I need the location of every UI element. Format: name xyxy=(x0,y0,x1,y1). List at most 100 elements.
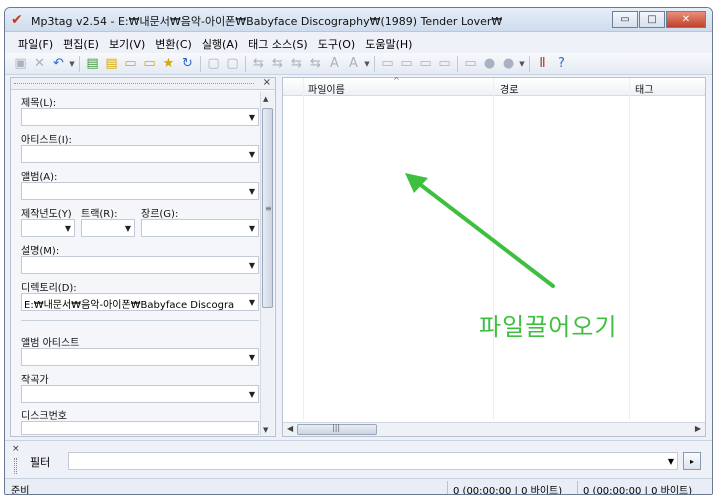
maximize-button[interactable]: □ xyxy=(639,11,665,28)
drag-arrow-annotation xyxy=(405,173,555,288)
panel-divider xyxy=(21,320,259,321)
close-button[interactable]: ✕ xyxy=(666,11,706,28)
refresh-icon[interactable]: ↻ xyxy=(178,55,197,73)
horizontal-scroll-thumb[interactable]: ||| xyxy=(297,423,377,435)
track-field[interactable]: ▼ xyxy=(81,219,135,237)
tag-filename-icon[interactable]: ⇆ xyxy=(249,55,268,73)
options-icon[interactable]: Ⅱ xyxy=(533,55,552,73)
copy-tag-icon[interactable]: ▢ xyxy=(204,55,223,73)
chevron-down-icon[interactable]: ▼ xyxy=(249,113,255,122)
scroll-down-icon[interactable]: ▼ xyxy=(263,426,268,434)
album-field[interactable]: ▼ xyxy=(21,182,259,200)
export-icon[interactable]: ▭ xyxy=(378,55,397,73)
tag-panel-header: × xyxy=(11,77,275,90)
panel-close-icon[interactable]: × xyxy=(263,77,271,88)
paste-tag-icon[interactable]: ▢ xyxy=(223,55,242,73)
tag-panel: × 제목(L): ▼ 아티스트(I): ▼ 앨범(A): ▼ 제작년도(Y) 트… xyxy=(10,77,276,437)
actions-icon[interactable]: A xyxy=(344,55,363,73)
chevron-down-icon[interactable]: ▼ xyxy=(668,457,674,466)
status-bar: 준비 0 (00:00:00 | 0 바이트) 0 (00:00:00 | 0 … xyxy=(5,478,712,495)
help-icon[interactable]: ? xyxy=(552,55,571,73)
year-field[interactable]: ▼ xyxy=(21,219,75,237)
file-list[interactable]: 파일이름 ^ 경로 태그 파일끌어오기 ◀ ||| ▶ xyxy=(282,76,706,437)
toolbar-separator xyxy=(200,55,201,72)
remove-tag-icon[interactable]: ✕ xyxy=(30,55,49,73)
directory-value: E:₩내문서₩음악-아이폰₩Babyface Discogra xyxy=(24,300,235,311)
menu-edit[interactable]: 편집(E) xyxy=(58,33,104,52)
panel-grip[interactable] xyxy=(14,83,254,85)
title-bar: ✔ Mp3tag v2.54 - E:₩내문서₩음악-아이폰₩Babyface … xyxy=(5,8,712,32)
menu-view[interactable]: 보기(V) xyxy=(104,33,150,52)
menu-help[interactable]: 도움말(H) xyxy=(360,33,417,52)
track-label: 트랙(R): xyxy=(81,209,118,220)
save-icon[interactable]: ▣ xyxy=(11,55,30,73)
freedb-icon[interactable]: ● xyxy=(480,55,499,73)
menu-file[interactable]: 파일(F) xyxy=(13,33,58,52)
change-directory-icon[interactable]: ▤ xyxy=(83,55,102,73)
chevron-down-icon[interactable]: ▼ xyxy=(249,298,255,307)
web-source-icon[interactable]: ● xyxy=(499,55,518,73)
chevron-down-icon[interactable]: ▼ xyxy=(65,224,71,233)
directory-label: 디렉토리(D): xyxy=(21,283,77,294)
maximize-icon: □ xyxy=(647,14,657,25)
composer-field[interactable]: ▼ xyxy=(21,385,259,403)
directory-field[interactable]: E:₩내문서₩음악-아이폰₩Babyface Discogra ▼ xyxy=(21,293,259,311)
status-selected: 0 (00:00:00 | 0 바이트) xyxy=(453,486,563,495)
scroll-left-icon[interactable]: ◀ xyxy=(287,424,293,433)
filter-close-icon[interactable]: × xyxy=(12,444,20,454)
horizontal-scrollbar[interactable]: ◀ ||| ▶ xyxy=(283,422,705,436)
filter-grip[interactable] xyxy=(14,458,17,474)
checkmark-icon: ✔ xyxy=(11,12,23,28)
menu-tag-sources[interactable]: 태그 소스(S) xyxy=(243,33,313,52)
folder-icon[interactable]: ▭ xyxy=(121,55,140,73)
toolbar-separator xyxy=(457,55,458,72)
playlist-icon[interactable]: ▭ xyxy=(397,55,416,73)
chevron-down-icon[interactable]: ▼ xyxy=(249,224,255,233)
title-field[interactable]: ▼ xyxy=(21,108,259,126)
tag-sources-icon[interactable]: ▭ xyxy=(435,55,454,73)
close-icon: ✕ xyxy=(681,14,691,25)
auto-numbering-icon[interactable]: A xyxy=(325,55,344,73)
menu-actions[interactable]: 실행(A) xyxy=(197,33,243,52)
discnumber-field[interactable] xyxy=(21,421,259,435)
filter-label: 필터 xyxy=(30,456,51,469)
filter-input[interactable]: ▼ xyxy=(68,452,678,470)
chevron-down-icon[interactable]: ▼ xyxy=(249,150,255,159)
actions-dropdown-icon[interactable]: ▼ xyxy=(363,60,371,68)
chevron-down-icon[interactable]: ▼ xyxy=(249,261,255,270)
menu-bar: 파일(F) 편집(E) 보기(V) 변환(C) 실행(A) 태그 소스(S) 도… xyxy=(5,33,712,52)
filename-filename-icon[interactable]: ⇆ xyxy=(287,55,306,73)
scroll-right-icon[interactable]: ▶ xyxy=(695,424,701,433)
scroll-up-icon[interactable]: ▲ xyxy=(263,95,268,103)
tag-panel-scrollbar[interactable]: ▲ ≡ ▼ xyxy=(260,92,274,436)
filter-apply-button[interactable]: ▸ xyxy=(683,452,701,470)
minimize-icon: ▭ xyxy=(620,14,630,25)
filename-tag-icon[interactable]: ⇆ xyxy=(268,55,287,73)
text-tag-icon[interactable]: ⇆ xyxy=(306,55,325,73)
undo-icon[interactable]: ↶ xyxy=(49,55,68,73)
case-conversion-icon[interactable]: ▭ xyxy=(416,55,435,73)
menu-tools[interactable]: 도구(O) xyxy=(313,33,360,52)
scroll-thumb[interactable]: ≡ xyxy=(262,108,273,308)
title-label: 제목(L): xyxy=(21,98,57,109)
favorite-icon[interactable]: ★ xyxy=(159,55,178,73)
comment-field[interactable]: ▼ xyxy=(21,256,259,274)
chevron-down-icon[interactable]: ▼ xyxy=(249,390,255,399)
print-icon[interactable]: ▭ xyxy=(461,55,480,73)
minimize-button[interactable]: ▭ xyxy=(612,11,638,28)
folder-sub-icon[interactable]: ▭ xyxy=(140,55,159,73)
toolbar-separator xyxy=(529,55,530,72)
chevron-down-icon[interactable]: ▼ xyxy=(249,187,255,196)
add-directory-icon[interactable]: ▤ xyxy=(102,55,121,73)
chevron-down-icon[interactable]: ▼ xyxy=(249,353,255,362)
album-label: 앨범(A): xyxy=(21,172,58,183)
genre-field[interactable]: ▼ xyxy=(141,219,259,237)
status-total: 0 (00:00:00 | 0 바이트) xyxy=(583,486,693,495)
web-source-dropdown-icon[interactable]: ▼ xyxy=(518,60,526,68)
menu-convert[interactable]: 변환(C) xyxy=(150,33,197,52)
undo-dropdown-icon[interactable]: ▼ xyxy=(68,60,76,68)
album-artist-field[interactable]: ▼ xyxy=(21,348,259,366)
status-ready: 준비 xyxy=(11,486,30,495)
chevron-down-icon[interactable]: ▼ xyxy=(125,224,131,233)
artist-field[interactable]: ▼ xyxy=(21,145,259,163)
